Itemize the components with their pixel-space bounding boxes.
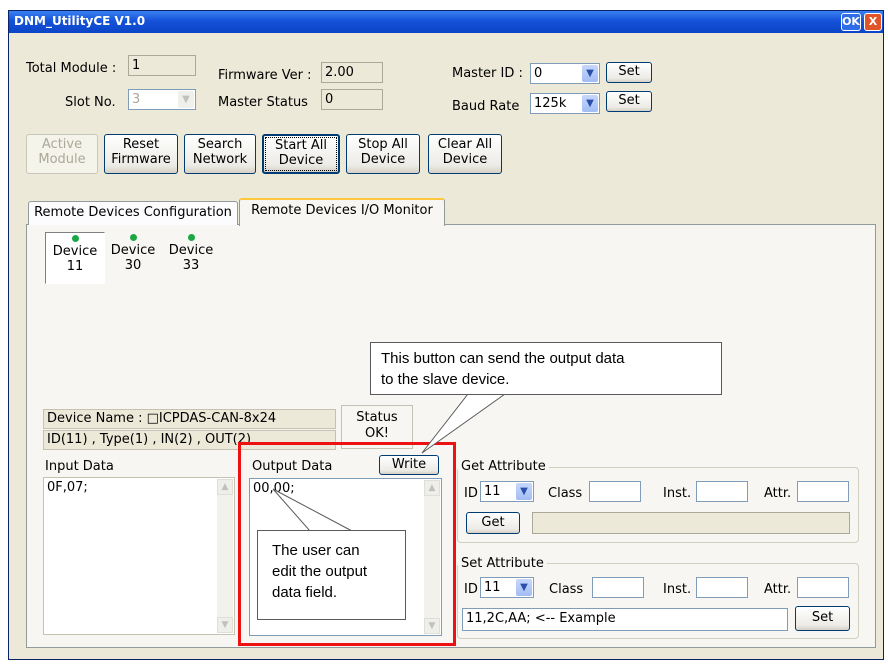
output-callout: The user can edit the output data field. xyxy=(257,530,406,620)
write-callout: This button can send the output data to … xyxy=(370,342,722,395)
output-callout-pointer xyxy=(272,488,353,532)
callout-pointers xyxy=(272,393,507,532)
write-callout-pointer xyxy=(421,393,507,454)
